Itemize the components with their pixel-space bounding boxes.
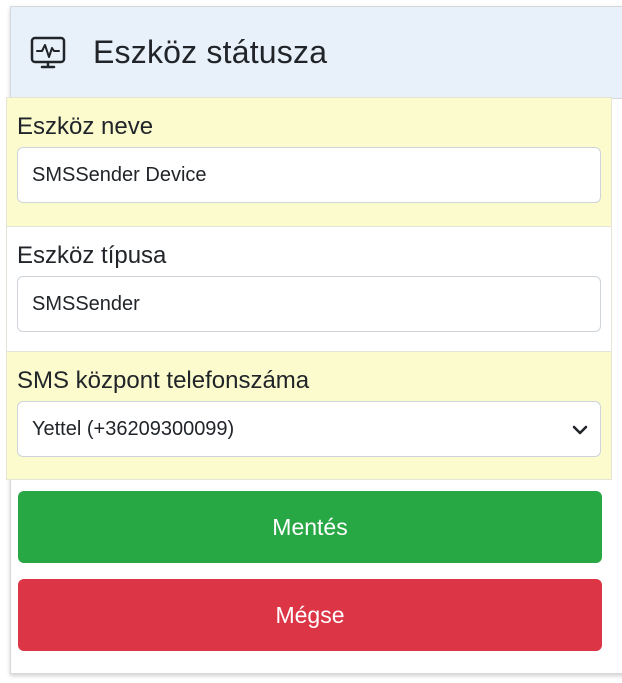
cancel-button[interactable]: Mégse	[18, 579, 602, 651]
sms-center-label: SMS központ telefonszáma	[17, 367, 310, 394]
device-type-row: Eszköz típusa SMSSender	[6, 227, 612, 352]
action-buttons: Mentés Mégse	[18, 491, 612, 651]
page-title: Eszköz státusza	[93, 34, 328, 70]
save-button[interactable]: Mentés	[18, 491, 602, 563]
monitor-heartbeat-icon	[30, 35, 66, 71]
device-name-row: Eszköz neve SMSSender Device	[6, 97, 612, 227]
sms-center-select[interactable]: Yettel (+36209300099)	[17, 401, 601, 457]
device-type-field[interactable]: SMSSender	[17, 276, 601, 332]
device-name-label: Eszköz neve	[17, 113, 154, 140]
device-name-field[interactable]: SMSSender Device	[17, 147, 601, 203]
form-body: Eszköz neve SMSSender Device Eszköz típu…	[6, 97, 612, 480]
card-header: Eszköz státusza	[11, 7, 622, 99]
chevron-down-icon	[572, 421, 588, 437]
sms-center-row: SMS központ telefonszáma Yettel (+362093…	[6, 352, 612, 480]
sms-center-selected-value: Yettel (+36209300099)	[32, 417, 235, 440]
device-type-label: Eszköz típusa	[17, 242, 167, 269]
